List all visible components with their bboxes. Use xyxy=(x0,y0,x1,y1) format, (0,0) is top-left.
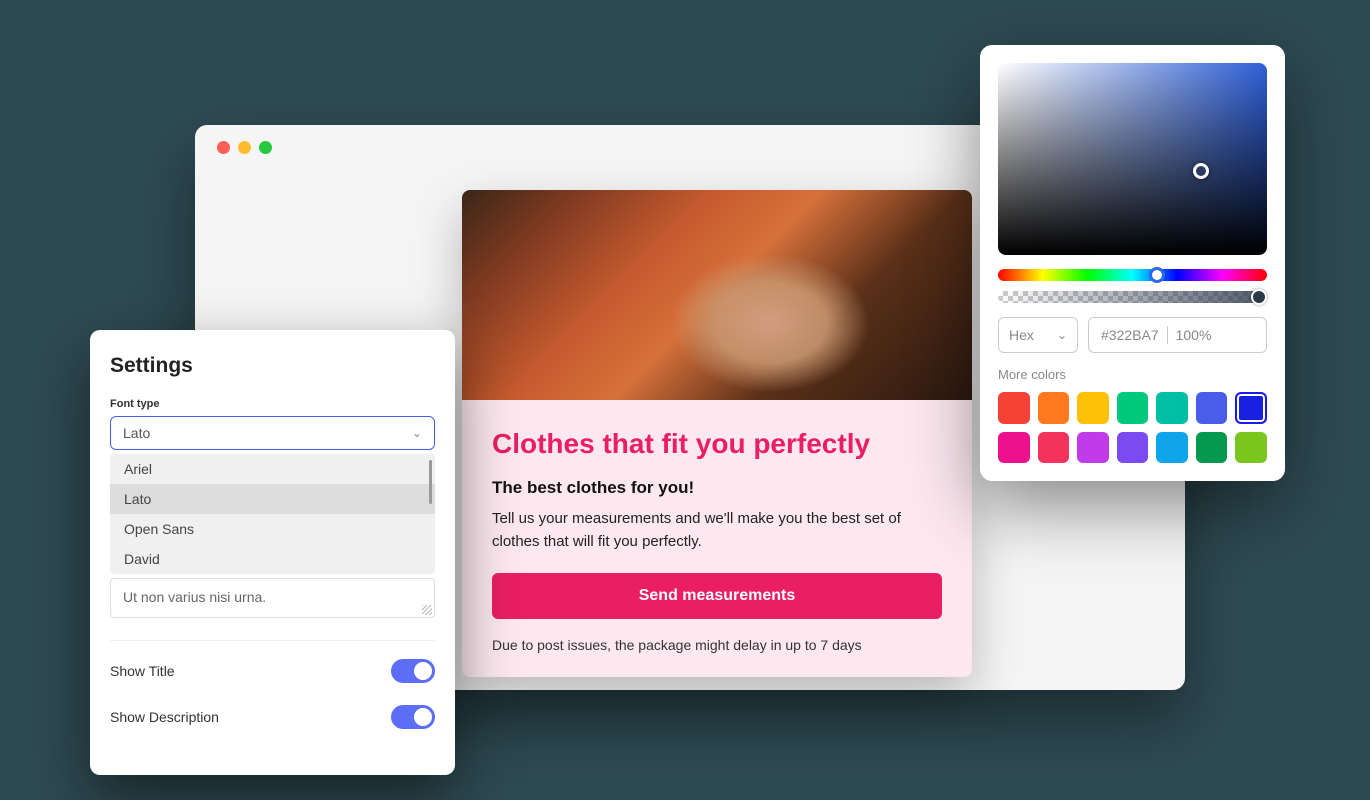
color-picker-panel: Hex ⌄ #322BA7 100% More colors xyxy=(980,45,1285,481)
hex-input[interactable]: #322BA7 100% xyxy=(1088,317,1267,353)
alpha-slider[interactable] xyxy=(998,291,1267,303)
color-swatch[interactable] xyxy=(1196,432,1228,464)
color-swatch[interactable] xyxy=(998,432,1030,464)
font-select[interactable]: Lato ⌄ xyxy=(110,416,435,450)
color-format-select[interactable]: Hex ⌄ xyxy=(998,317,1078,353)
saturation-value-area[interactable] xyxy=(998,63,1267,255)
toggle-label: Show Title xyxy=(110,663,175,679)
dropdown-scrollbar[interactable] xyxy=(429,460,432,504)
toggle-row-show-description: Show Description xyxy=(110,705,435,729)
divider xyxy=(110,640,435,641)
color-swatch[interactable] xyxy=(998,392,1030,424)
font-option[interactable]: David xyxy=(110,544,435,574)
format-value: Hex xyxy=(1009,327,1034,343)
font-select-value: Lato xyxy=(123,425,150,441)
more-colors-label: More colors xyxy=(998,367,1267,382)
color-swatch[interactable] xyxy=(1077,432,1109,464)
promo-card: Clothes that fit you perfectly The best … xyxy=(462,190,972,677)
color-swatch[interactable] xyxy=(1077,392,1109,424)
hero-image xyxy=(462,190,972,400)
alpha-handle[interactable] xyxy=(1251,289,1267,305)
toggle-label: Show Description xyxy=(110,709,219,725)
card-body-text: Tell us your measurements and we'll make… xyxy=(492,508,942,553)
color-swatch[interactable] xyxy=(1156,392,1188,424)
maximize-window-dot[interactable] xyxy=(259,141,272,154)
swatch-grid xyxy=(998,392,1267,463)
alpha-value: 100% xyxy=(1176,327,1212,343)
settings-heading: Settings xyxy=(110,354,435,378)
minimize-window-dot[interactable] xyxy=(238,141,251,154)
textarea-content: Ut non varius nisi urna. xyxy=(123,589,266,605)
font-type-label: Font type xyxy=(110,398,435,410)
send-measurements-button[interactable]: Send measurements xyxy=(492,573,942,619)
chevron-down-icon: ⌄ xyxy=(1057,328,1067,342)
color-swatch[interactable] xyxy=(1038,432,1070,464)
close-window-dot[interactable] xyxy=(217,141,230,154)
text-input[interactable]: Ut non varius nisi urna. xyxy=(110,578,435,618)
hex-value: #322BA7 xyxy=(1101,327,1159,343)
show-description-toggle[interactable] xyxy=(391,705,435,729)
color-swatch[interactable] xyxy=(1117,392,1149,424)
color-swatch[interactable] xyxy=(1038,392,1070,424)
font-option[interactable]: Open Sans xyxy=(110,514,435,544)
font-option[interactable]: Lato xyxy=(110,484,435,514)
card-title: Clothes that fit you perfectly xyxy=(492,428,942,460)
color-swatch[interactable] xyxy=(1156,432,1188,464)
toggle-row-show-title: Show Title xyxy=(110,659,435,683)
font-option[interactable]: Ariel xyxy=(110,454,435,484)
show-title-toggle[interactable] xyxy=(391,659,435,683)
color-swatch[interactable] xyxy=(1196,392,1228,424)
resize-handle-icon[interactable] xyxy=(422,605,432,615)
color-swatch[interactable] xyxy=(1235,432,1267,464)
chevron-down-icon: ⌄ xyxy=(412,426,422,440)
font-dropdown-list: Ariel Lato Open Sans David xyxy=(110,454,435,574)
card-subtitle: The best clothes for you! xyxy=(492,478,942,498)
color-swatch[interactable] xyxy=(1117,432,1149,464)
settings-panel: Settings Font type Lato ⌄ Ariel Lato Ope… xyxy=(90,330,455,775)
card-footnote: Due to post issues, the package might de… xyxy=(492,637,942,653)
separator xyxy=(1167,326,1168,344)
color-swatch[interactable] xyxy=(1235,392,1267,424)
hue-handle[interactable] xyxy=(1149,267,1165,283)
hue-slider[interactable] xyxy=(998,269,1267,281)
color-cursor[interactable] xyxy=(1193,163,1209,179)
